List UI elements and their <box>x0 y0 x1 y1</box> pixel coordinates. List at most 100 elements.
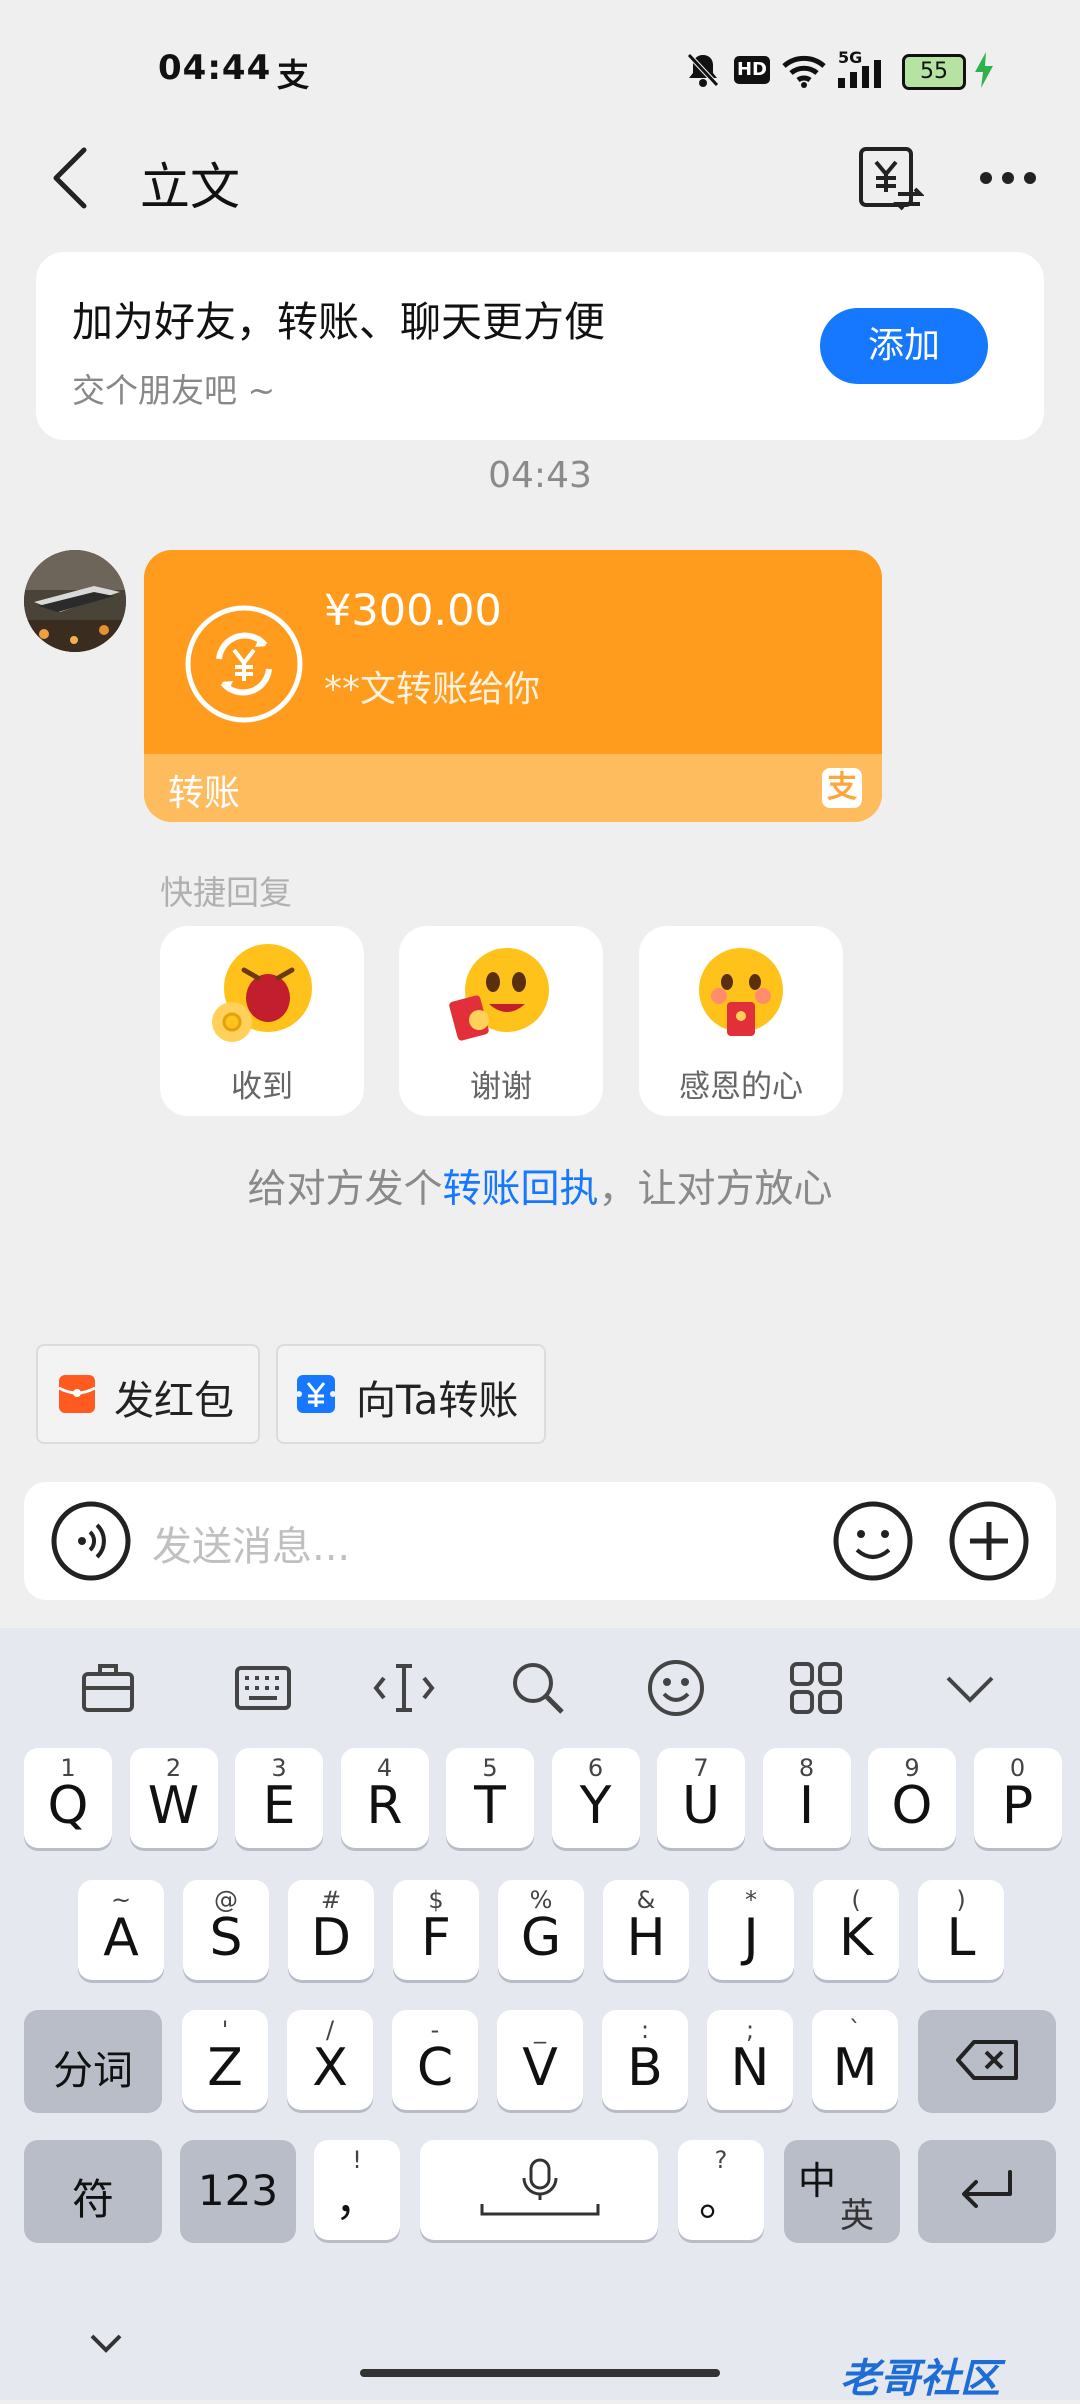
transfer-record-icon[interactable] <box>858 146 924 212</box>
key-i[interactable]: 8I <box>762 1748 851 1848</box>
numbers-key-label: 123 <box>197 2166 279 2215</box>
battery-icon: 55 <box>902 54 966 90</box>
receipt-hint: 给对方发个转账回执，让对方放心 <box>0 1158 1080 1214</box>
key-l[interactable]: ) L <box>918 1880 1004 1980</box>
key-w[interactable]: 2W <box>129 1748 218 1848</box>
receipt-hint-prefix: 给对方发个 <box>247 1167 443 1212</box>
key-h[interactable]: & H <box>603 1880 689 1980</box>
more-icon[interactable] <box>978 166 1038 190</box>
key-main-label: Z <box>207 2038 243 2098</box>
key-e[interactable]: 3E <box>235 1748 323 1848</box>
transfer-receipt-link[interactable]: 转账回执 <box>442 1167 598 1212</box>
transfer-label: 转账 <box>168 773 241 814</box>
key-o[interactable]: 9O <box>868 1748 956 1848</box>
key-z[interactable]: ' Z <box>182 2010 268 2110</box>
search-icon[interactable] <box>508 1658 568 1718</box>
voice-input-icon[interactable] <box>50 1500 132 1582</box>
quick-reply-label-grateful: 感恩的心 <box>679 1069 803 1105</box>
key-main-label: F <box>421 1908 451 1968</box>
plus-button-icon[interactable] <box>948 1500 1030 1582</box>
segment-key[interactable]: 分词 <box>24 2010 162 2110</box>
key-k[interactable]: (K <box>813 1880 899 1980</box>
key-c[interactable]: -C <box>392 2010 478 2110</box>
key-t[interactable]: 5T <box>446 1748 534 1848</box>
enter-key[interactable] <box>918 2140 1056 2240</box>
watermark: 老哥社区 <box>840 2356 1000 2402</box>
hide-keyboard-icon[interactable] <box>86 2328 126 2358</box>
home-indicator[interactable] <box>360 2369 720 2377</box>
key-main-label: U <box>681 1776 721 1836</box>
quick-reply-label: 快捷回复 <box>160 873 292 912</box>
key-q[interactable]: 1Q <box>24 1748 112 1848</box>
transfer-amount: ¥300.00 <box>324 586 502 636</box>
key-x[interactable]: / X <box>287 2010 373 2110</box>
thanks-face-emoji-icon <box>445 940 557 1052</box>
quick-reply-thanks[interactable]: 谢谢 <box>399 926 603 1116</box>
comma-key-label: ， <box>335 2175 379 2226</box>
cursor-move-icon[interactable] <box>372 1658 436 1718</box>
key-main-label: X <box>312 2038 348 2098</box>
key-n[interactable]: ; N <box>707 2010 793 2110</box>
key-m[interactable]: ` M <box>812 2010 898 2110</box>
red-packet-label: 发红包 <box>114 1378 234 1424</box>
symbol-key[interactable]: 符 <box>24 2140 162 2240</box>
transfer-card[interactable]: ¥300.00 **文转账给你 转账 支 <box>144 550 882 822</box>
transfer-description: **文转账给你 <box>324 669 541 710</box>
backspace-key[interactable] <box>918 2010 1056 2110</box>
quick-reply-grateful[interactable]: 感恩的心 <box>639 926 843 1116</box>
add-friend-card: 加为好友，转账、聊天更方便 交个朋友吧 ~ 添加 <box>36 252 1044 440</box>
key-p[interactable]: 0P <box>973 1748 1062 1848</box>
key-u[interactable]: 7U <box>657 1748 745 1848</box>
grateful-face-emoji-icon <box>685 940 797 1052</box>
key-main-label: C <box>416 2038 454 2098</box>
transfer-to-label: 向Ta转账 <box>356 1378 519 1424</box>
quick-reply-received[interactable]: 收到 <box>160 926 364 1116</box>
key-main-label: P <box>1001 1776 1034 1836</box>
emoji-icon[interactable] <box>646 1658 706 1718</box>
key-main-label: L <box>946 1908 976 1968</box>
red-packet-button[interactable]: 发红包 <box>36 1344 260 1444</box>
numbers-key[interactable]: 123 <box>180 2140 296 2240</box>
key-main-label: W <box>147 1776 200 1836</box>
key-main-label: B <box>627 2038 663 2098</box>
clipboard-icon[interactable] <box>78 1658 138 1718</box>
key-f[interactable]: $ F <box>393 1880 479 1980</box>
avatar[interactable] <box>24 550 126 652</box>
comma-key[interactable]: ! ， <box>314 2140 400 2240</box>
key-b[interactable]: :B <box>602 2010 688 2110</box>
language-switch-key[interactable]: 中 英 <box>784 2140 900 2240</box>
key-v[interactable]: _ V <box>497 2010 583 2110</box>
period-key[interactable]: ? 。 <box>678 2140 764 2240</box>
key-a[interactable]: ~ A <box>78 1880 164 1980</box>
transfer-to-button[interactable]: 向Ta转账 <box>276 1344 546 1444</box>
key-r[interactable]: 4R <box>340 1748 429 1848</box>
apps-grid-icon[interactable] <box>786 1658 846 1718</box>
period-key-label: 。 <box>699 2175 743 2226</box>
add-friend-button[interactable]: 添加 <box>820 308 988 384</box>
key-main-label: G <box>520 1908 562 1968</box>
key-d[interactable]: # D <box>288 1880 374 1980</box>
key-y[interactable]: 6Y <box>551 1748 640 1848</box>
key-main-label: H <box>626 1908 666 1968</box>
message-input[interactable]: 发送消息... <box>152 1514 350 1572</box>
key-main-label: D <box>310 1908 352 1968</box>
key-main-label: M <box>832 2038 878 2098</box>
charging-icon <box>974 52 994 88</box>
key-j[interactable]: * J <box>708 1880 794 1980</box>
backspace-icon <box>956 2040 1020 2080</box>
microphone-icon <box>478 2158 602 2224</box>
keyboard-layout-icon[interactable] <box>233 1658 293 1718</box>
key-s[interactable]: @ S <box>183 1880 269 1980</box>
key-main-label: O <box>891 1776 933 1836</box>
add-friend-subtitle: 交个朋友吧 ~ <box>72 371 276 410</box>
keyboard-collapse-icon[interactable] <box>940 1658 1000 1718</box>
status-time: 04:44 <box>158 48 272 88</box>
key-main-label: I <box>798 1776 815 1836</box>
emoji-button-icon[interactable] <box>832 1500 914 1582</box>
quick-reply-label-thanks: 谢谢 <box>470 1069 532 1105</box>
key-g[interactable]: % G <box>498 1880 584 1980</box>
bell-muted-icon <box>686 52 720 88</box>
back-button[interactable] <box>46 146 96 210</box>
space-key[interactable] <box>420 2140 658 2240</box>
enter-icon <box>958 2168 1018 2212</box>
